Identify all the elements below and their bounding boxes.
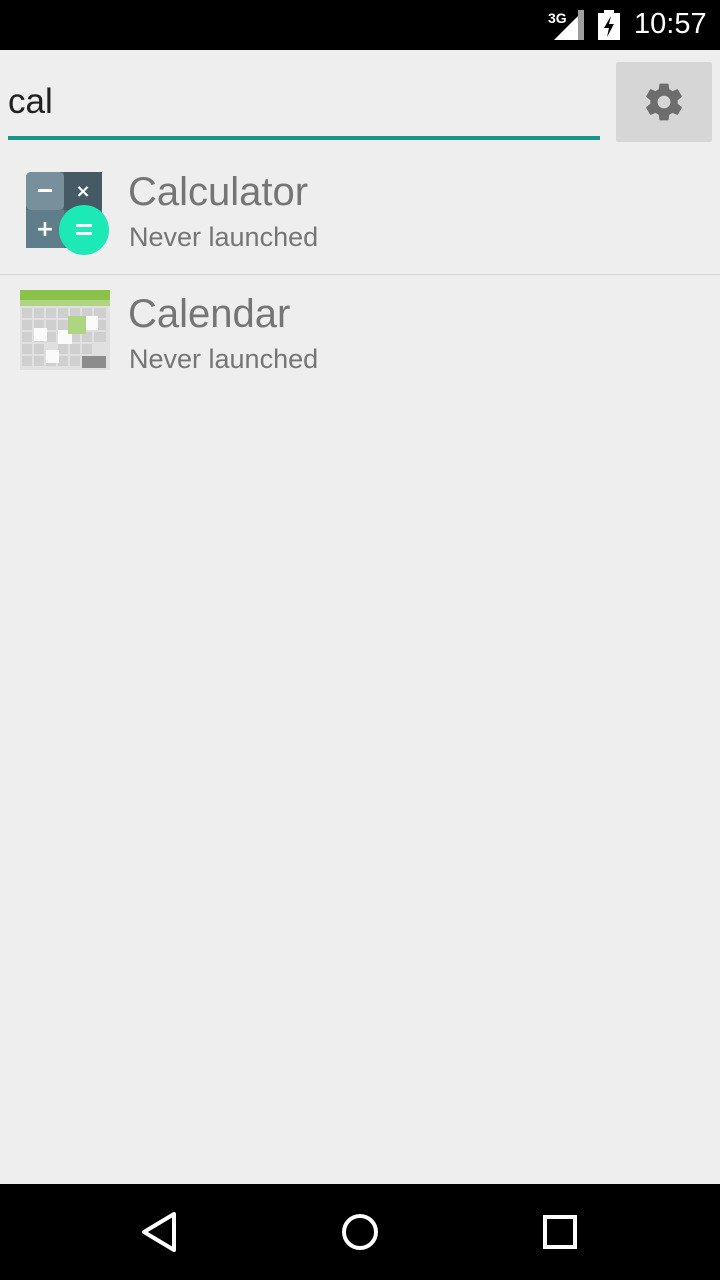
gear-icon	[646, 83, 682, 121]
clock: 10:57	[634, 8, 707, 40]
search-query[interactable]: cal	[8, 82, 53, 122]
app-name: Calendar	[128, 292, 291, 336]
search-input[interactable]: cal	[8, 62, 600, 140]
search-underline	[8, 136, 600, 140]
calendar-icon	[20, 290, 110, 370]
navigation-bar	[0, 1184, 720, 1280]
launcher-screen: 3G 10:57 cal × + Calculator Never launch…	[0, 0, 720, 1280]
network-type: 3G	[548, 10, 567, 26]
calculator-icon: × +	[26, 172, 109, 255]
recents-icon[interactable]	[536, 1208, 584, 1256]
settings-button[interactable]	[616, 62, 712, 142]
list-item-calendar[interactable]: Calendar Never launched	[0, 272, 720, 394]
app-launch-status: Never launched	[129, 344, 319, 374]
app-launch-status: Never launched	[129, 222, 319, 252]
back-icon[interactable]	[136, 1208, 184, 1256]
battery-charging-icon	[598, 10, 620, 40]
list-divider	[0, 274, 720, 275]
app-name: Calculator	[128, 170, 309, 214]
svg-text:×: ×	[75, 181, 90, 202]
svg-text:+: +	[36, 217, 54, 242]
status-bar: 3G 10:57	[0, 0, 720, 50]
app-list: × + Calculator Never launched Calendar N…	[0, 150, 720, 394]
home-icon[interactable]	[336, 1208, 384, 1256]
list-item-calculator[interactable]: × + Calculator Never launched	[0, 150, 720, 272]
